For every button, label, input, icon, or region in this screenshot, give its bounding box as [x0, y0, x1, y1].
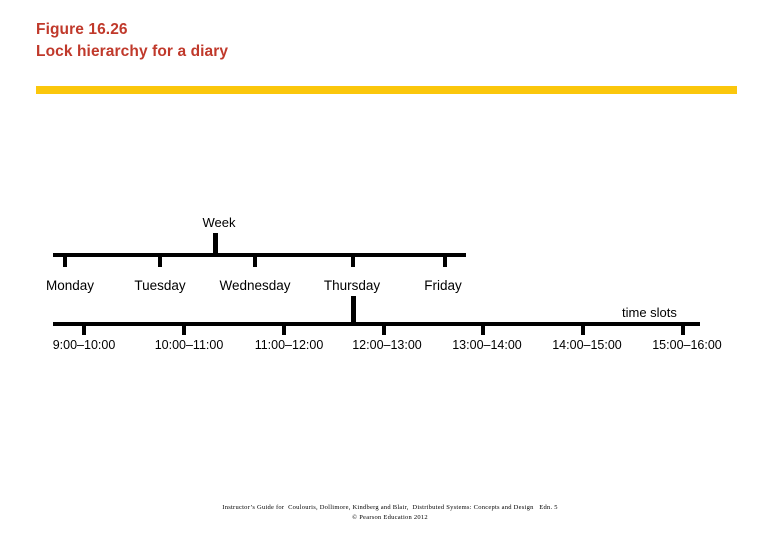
- timeslot-label-4[interactable]: 13:00–14:00: [432, 338, 542, 353]
- timeslot-tick-6: [681, 326, 685, 335]
- timeslot-label-5[interactable]: 14:00–15:00: [532, 338, 642, 353]
- node-label-week: Week: [202, 215, 236, 230]
- timeslot-label-1[interactable]: 10:00–11:00: [134, 338, 244, 353]
- lock-hierarchy-diagram: Week Monday Tuesday Wednesday Thursday Friday…: [0, 0, 780, 540]
- footer-attribution: Instructor’s Guide for Coulouris, Dollim…: [222, 504, 558, 511]
- timeslot-tick-1: [182, 326, 186, 335]
- timeslot-tick-0: [82, 326, 86, 335]
- timeslot-label-6[interactable]: 15:00–16:00: [632, 338, 742, 353]
- timeslot-tick-3: [382, 326, 386, 335]
- timeslot-label-2[interactable]: 11:00–12:00: [234, 338, 344, 353]
- timeslot-tick-2: [282, 326, 286, 335]
- timeslot-label-0[interactable]: 9:00–10:00: [29, 338, 139, 353]
- timeslots-caption: time slots: [622, 305, 677, 320]
- weekday-bar: [53, 253, 466, 257]
- timeslot-bar: [53, 322, 700, 326]
- timeslot-tick-5: [581, 326, 585, 335]
- weekday-tick-monday: [63, 257, 67, 267]
- footer-copyright: © Pearson Education 2012: [352, 513, 428, 521]
- week-stem: [213, 233, 218, 255]
- footer: Instructor’s Guide for Coulouris, Dollim…: [0, 503, 780, 522]
- weekday-tick-wednesday: [253, 257, 257, 267]
- timeslot-tick-4: [481, 326, 485, 335]
- weekday-tick-friday: [443, 257, 447, 267]
- timeslot-label-3[interactable]: 12:00–13:00: [332, 338, 442, 353]
- slide-canvas: Figure 16.26 Lock hierarchy for a diary …: [0, 0, 780, 540]
- weekday-tick-thursday: [351, 257, 355, 267]
- weekday-tick-tuesday: [158, 257, 162, 267]
- weekday-label-friday[interactable]: Friday: [383, 278, 503, 294]
